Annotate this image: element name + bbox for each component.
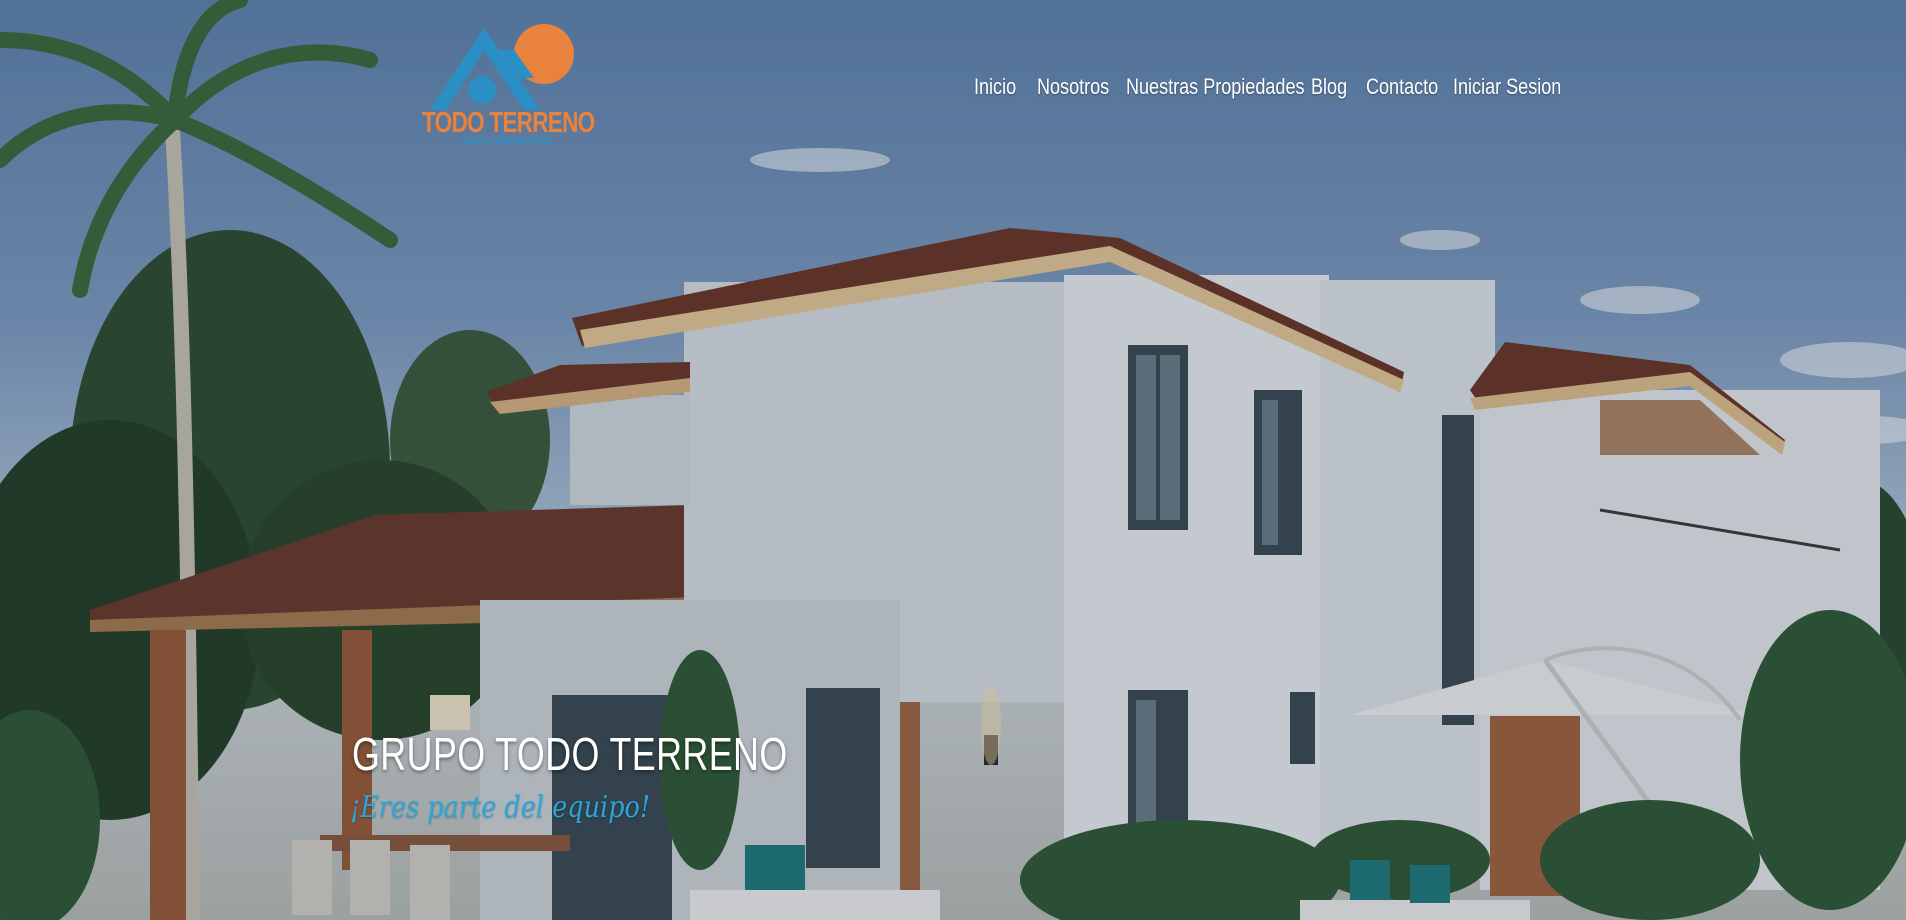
nav-item-contacto[interactable]: Contacto [1366,74,1453,104]
nav-item-iniciar-sesion[interactable]: Iniciar Sesion [1453,74,1563,104]
hero-section [0,0,1906,920]
logo-subtitle: GRUPO INMOBILIARIO [460,137,553,146]
hero-title: GRUPO TODO TERRENO [352,728,788,780]
brand-logo[interactable]: TODO TERRENO GRUPO INMOBILIARIO [422,20,595,152]
main-navigation: Inicio Nosotros Nuestras Propiedades Blo… [974,74,1563,104]
nav-item-blog[interactable]: Blog [1311,74,1366,104]
nav-link-propiedades[interactable]: Nuestras Propiedades [1126,74,1305,100]
nav-link-contacto[interactable]: Contacto [1366,74,1438,100]
nav-item-inicio[interactable]: Inicio [974,74,1037,104]
nav-item-nosotros[interactable]: Nosotros [1037,74,1126,104]
nav-link-iniciar-sesion[interactable]: Iniciar Sesion [1453,74,1561,100]
nav-link-inicio[interactable]: Inicio [974,74,1026,100]
hero-overlay [0,0,1906,920]
logo-wordmark: TODO TERRENO [422,107,595,139]
nav-item-propiedades[interactable]: Nuestras Propiedades [1126,74,1311,104]
nav-link-nosotros[interactable]: Nosotros [1037,74,1110,100]
hero-tagline: ¡Eres parte del equipo! [350,790,651,825]
nav-link-blog[interactable]: Blog [1311,74,1356,100]
